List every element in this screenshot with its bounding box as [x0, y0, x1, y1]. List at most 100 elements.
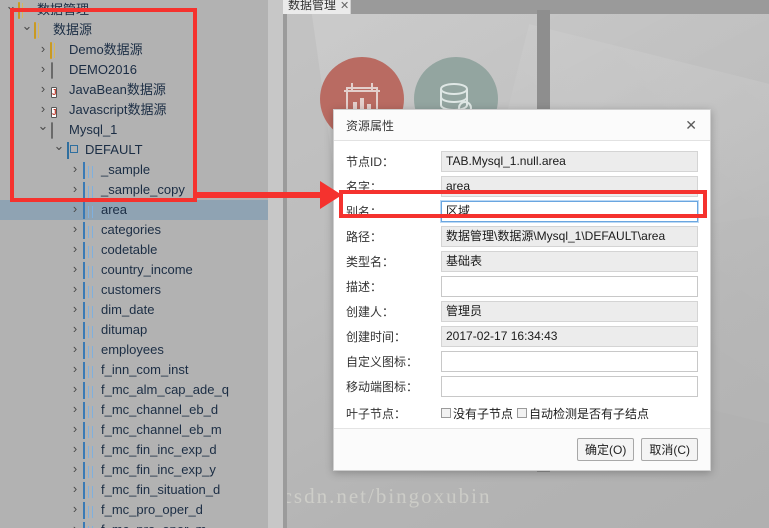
field-row-2: 别名： 区域	[346, 200, 699, 223]
tree-node-icon	[82, 222, 97, 239]
tree-item-label: DEMO2016	[69, 62, 137, 77]
close-icon[interactable]: ✕	[682, 116, 700, 134]
field-value-8[interactable]	[441, 351, 698, 372]
chevron-right-icon[interactable]	[68, 359, 82, 381]
table-icon	[83, 502, 85, 519]
chevron-right-icon[interactable]	[68, 179, 82, 201]
field-value-5[interactable]	[441, 276, 698, 297]
field-label-1: 名字：	[346, 180, 383, 194]
no-children-checkbox[interactable]: 没有子节点	[441, 405, 513, 422]
dialog-title: 资源属性	[346, 118, 395, 133]
chevron-right-icon[interactable]	[68, 219, 82, 241]
field-label-6: 创建人：	[346, 305, 395, 319]
tree-item-f_mc_channel_eb_m[interactable]: f_mc_channel_eb_m	[0, 420, 268, 440]
ok-button[interactable]: 确定(O)	[577, 438, 635, 461]
tree-item-f_mc_fin_inc_exp_d[interactable]: f_mc_fin_inc_exp_d	[0, 440, 268, 460]
chevron-right-icon[interactable]	[68, 279, 82, 301]
tree-scrollbar-track[interactable]	[268, 0, 550, 528]
tab-data-management[interactable]: 数据管理 ✕	[283, 0, 351, 14]
auto-detect-children-checkbox-box[interactable]	[517, 408, 528, 418]
tree-item-label: area	[101, 202, 128, 217]
field-row-1: 名字： area	[346, 175, 698, 198]
tree-item-f_mc_fin_situation_d[interactable]: f_mc_fin_situation_d	[0, 480, 268, 500]
chevron-right-icon[interactable]	[68, 159, 82, 181]
tree-item-employees[interactable]: employees	[0, 340, 268, 360]
chevron-right-icon[interactable]	[68, 259, 82, 281]
chevron-right-icon[interactable]	[68, 239, 82, 261]
tree-item-label: country_income	[101, 262, 193, 277]
tree-item-javabean-[interactable]: J JavaBean数据源	[0, 80, 268, 100]
tree-item--[interactable]: 数据管理	[0, 0, 268, 20]
tree-item-mysql_1[interactable]: Mysql_1	[0, 120, 268, 140]
tree-node-icon: J	[50, 83, 65, 98]
table-icon	[83, 402, 85, 419]
chevron-down-icon[interactable]	[20, 19, 34, 41]
chevron-right-icon[interactable]	[68, 319, 82, 341]
tree-item-f_mc_pro_oper_d[interactable]: f_mc_pro_oper_d	[0, 500, 268, 520]
tree-item-codetable[interactable]: codetable	[0, 240, 268, 260]
chevron-right-icon[interactable]	[68, 419, 82, 441]
chevron-down-icon[interactable]	[36, 119, 50, 141]
field-value-0: TAB.Mysql_1.null.area	[441, 151, 698, 172]
chevron-down-icon[interactable]	[52, 139, 66, 161]
tree-item-f_mc_fin_inc_exp_y[interactable]: f_mc_fin_inc_exp_y	[0, 460, 268, 480]
tree-item-f_inn_com_inst[interactable]: f_inn_com_inst	[0, 360, 268, 380]
chevron-right-icon[interactable]	[68, 499, 82, 521]
chevron-down-icon[interactable]	[4, 0, 18, 21]
tree-item-label: Mysql_1	[69, 122, 118, 137]
tree-item-f_mc_alm_cap_ade_q[interactable]: f_mc_alm_cap_ade_q	[0, 380, 268, 400]
tree-item-f_mc_pro_oper_m[interactable]: f_mc_pro_oper_m	[0, 520, 268, 528]
tree-item-label: employees	[101, 342, 164, 357]
tree-item-label: _sample	[101, 162, 151, 177]
tree-item-demo-[interactable]: Demo数据源	[0, 40, 268, 60]
tree-item--[interactable]: 数据源	[0, 20, 268, 40]
table-icon	[83, 182, 85, 199]
tree-item-label: customers	[101, 282, 161, 297]
no-children-checkbox-box[interactable]	[441, 408, 451, 418]
tree-item-_sample[interactable]: _sample	[0, 160, 268, 180]
chevron-right-icon[interactable]	[68, 299, 82, 321]
auto-detect-children-checkbox-label: 自动检测是否有子结点	[529, 406, 650, 421]
chevron-right-icon[interactable]	[36, 39, 50, 61]
tree-node-icon	[82, 442, 97, 459]
js-icon: J	[51, 87, 58, 98]
field-row-6: 创建人： 管理员	[346, 300, 698, 323]
chevron-right-icon[interactable]	[36, 79, 50, 101]
field-value-9[interactable]	[441, 376, 698, 397]
chevron-right-icon[interactable]	[68, 379, 82, 401]
tree-item-label: ditumap	[101, 322, 148, 337]
tree-item-label: f_inn_com_inst	[101, 362, 189, 377]
chevron-right-icon[interactable]	[68, 459, 82, 481]
leaf-node-row: 叶子节点： 没有子节点 自动检测是否有子结点	[346, 401, 698, 425]
auto-detect-children-checkbox[interactable]: 自动检测是否有子结点	[517, 405, 649, 422]
tree-item-country_income[interactable]: country_income	[0, 260, 268, 280]
chevron-right-icon[interactable]	[68, 199, 82, 221]
table-icon	[83, 342, 85, 359]
tree-item-label: JavaBean数据源	[69, 82, 166, 97]
tree-item-f_mc_channel_eb_d[interactable]: f_mc_channel_eb_d	[0, 400, 268, 420]
chevron-right-icon[interactable]	[68, 399, 82, 421]
db-icon	[51, 62, 53, 79]
tree-item-ditumap[interactable]: ditumap	[0, 320, 268, 340]
table-icon	[83, 282, 85, 299]
cancel-button[interactable]: 取消(C)	[641, 438, 698, 461]
resource-tree-panel[interactable]: 数据管理数据源 Demo数据源 DEMO2016 J JavaBean数据源 J Javas…	[0, 0, 268, 528]
field-value-2[interactable]: 区域	[440, 200, 699, 223]
tree-item-_sample_copy[interactable]: _sample_copy	[0, 180, 268, 200]
tree-item-customers[interactable]: customers	[0, 280, 268, 300]
chevron-right-icon[interactable]	[68, 439, 82, 461]
tree-item-label: DEFAULT	[85, 142, 143, 157]
tree-item-javascript-[interactable]: J Javascript数据源	[0, 100, 268, 120]
table-icon	[83, 362, 85, 379]
chevron-right-icon[interactable]	[68, 519, 82, 528]
tree-item-demo2016[interactable]: DEMO2016	[0, 60, 268, 80]
tree-item-categories[interactable]: categories	[0, 220, 268, 240]
chevron-right-icon[interactable]	[68, 339, 82, 361]
tree-item-dim_date[interactable]: dim_date	[0, 300, 268, 320]
tree-item-area[interactable]: area	[0, 200, 268, 220]
chevron-right-icon[interactable]	[68, 479, 82, 501]
tree-item-default[interactable]: DEFAULT	[0, 140, 268, 160]
chevron-right-icon[interactable]	[36, 59, 50, 81]
tab-close-icon[interactable]: ✕	[340, 0, 349, 12]
db-icon	[51, 122, 53, 139]
